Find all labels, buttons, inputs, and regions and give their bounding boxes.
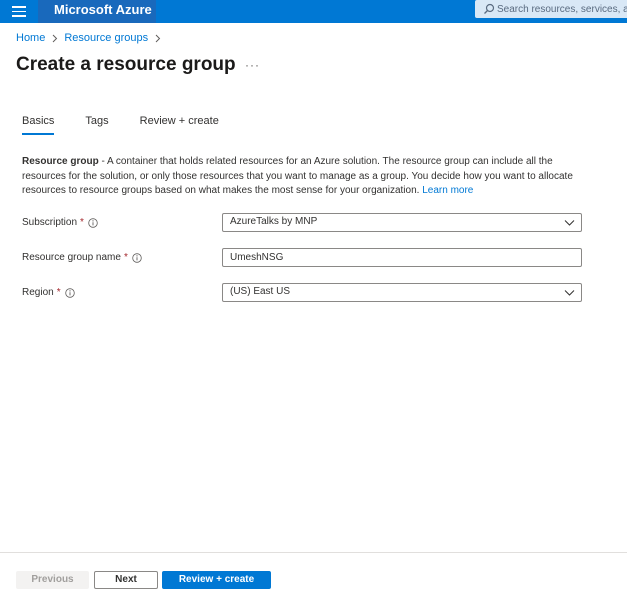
description-bold-term: Resource group	[22, 156, 99, 167]
resource-group-name-input[interactable]	[223, 249, 581, 266]
region-row: Region * (US) East US	[22, 283, 582, 303]
subscription-value: AzureTalks by MNP	[230, 216, 318, 227]
chevron-right-icon	[155, 34, 161, 42]
resource-group-name-label-text: Resource group name	[22, 252, 121, 263]
info-icon[interactable]	[64, 287, 75, 298]
tab-bar: Basics Tags Review + create	[22, 113, 219, 135]
resource-group-name-field[interactable]	[222, 248, 582, 267]
info-icon[interactable]	[132, 252, 142, 263]
resource-group-name-row: Resource group name *	[22, 248, 582, 268]
description-text: - A container that holds related resourc…	[22, 156, 573, 196]
breadcrumb-home[interactable]: Home	[16, 32, 45, 44]
region-label: Region *	[22, 287, 75, 298]
subscription-row: Subscription * AzureTalks by MNP	[22, 213, 582, 233]
learn-more-link[interactable]: Learn more	[422, 185, 473, 196]
breadcrumb: Home Resource groups	[16, 32, 167, 44]
required-asterisk: *	[123, 252, 128, 263]
chevron-down-icon	[564, 290, 575, 296]
previous-button[interactable]: Previous	[16, 571, 89, 589]
region-value: (US) East US	[230, 286, 291, 297]
required-asterisk: *	[80, 217, 84, 228]
footer-divider	[0, 552, 627, 553]
brand-logo[interactable]: Microsoft Azure	[38, 0, 156, 23]
subscription-label: Subscription *	[22, 217, 98, 228]
hamburger-menu-icon[interactable]	[12, 6, 26, 17]
breadcrumb-resource-groups[interactable]: Resource groups	[64, 32, 148, 44]
subscription-dropdown[interactable]: AzureTalks by MNP	[222, 213, 582, 232]
next-button[interactable]: Next	[94, 571, 158, 589]
region-dropdown[interactable]: (US) East US	[222, 283, 582, 302]
top-bar: Microsoft Azure	[0, 0, 627, 23]
search-icon	[484, 3, 495, 14]
region-label-text: Region	[22, 287, 54, 298]
resource-group-name-label: Resource group name *	[22, 252, 142, 263]
chevron-down-icon	[564, 220, 575, 226]
review-create-button[interactable]: Review + create	[162, 571, 271, 589]
info-icon[interactable]	[88, 217, 98, 228]
more-options-icon[interactable]: ···	[245, 58, 260, 72]
chevron-right-icon	[52, 34, 58, 42]
tab-review-create[interactable]: Review + create	[140, 113, 219, 135]
page-title: Create a resource group	[16, 54, 236, 75]
tab-basics[interactable]: Basics	[22, 113, 55, 135]
global-search[interactable]	[475, 0, 627, 18]
resource-group-description: Resource group - A container that holds …	[22, 155, 582, 199]
subscription-label-text: Subscription	[22, 217, 78, 228]
tab-tags[interactable]: Tags	[85, 113, 108, 135]
search-input[interactable]	[497, 0, 627, 18]
required-asterisk: *	[56, 287, 61, 298]
